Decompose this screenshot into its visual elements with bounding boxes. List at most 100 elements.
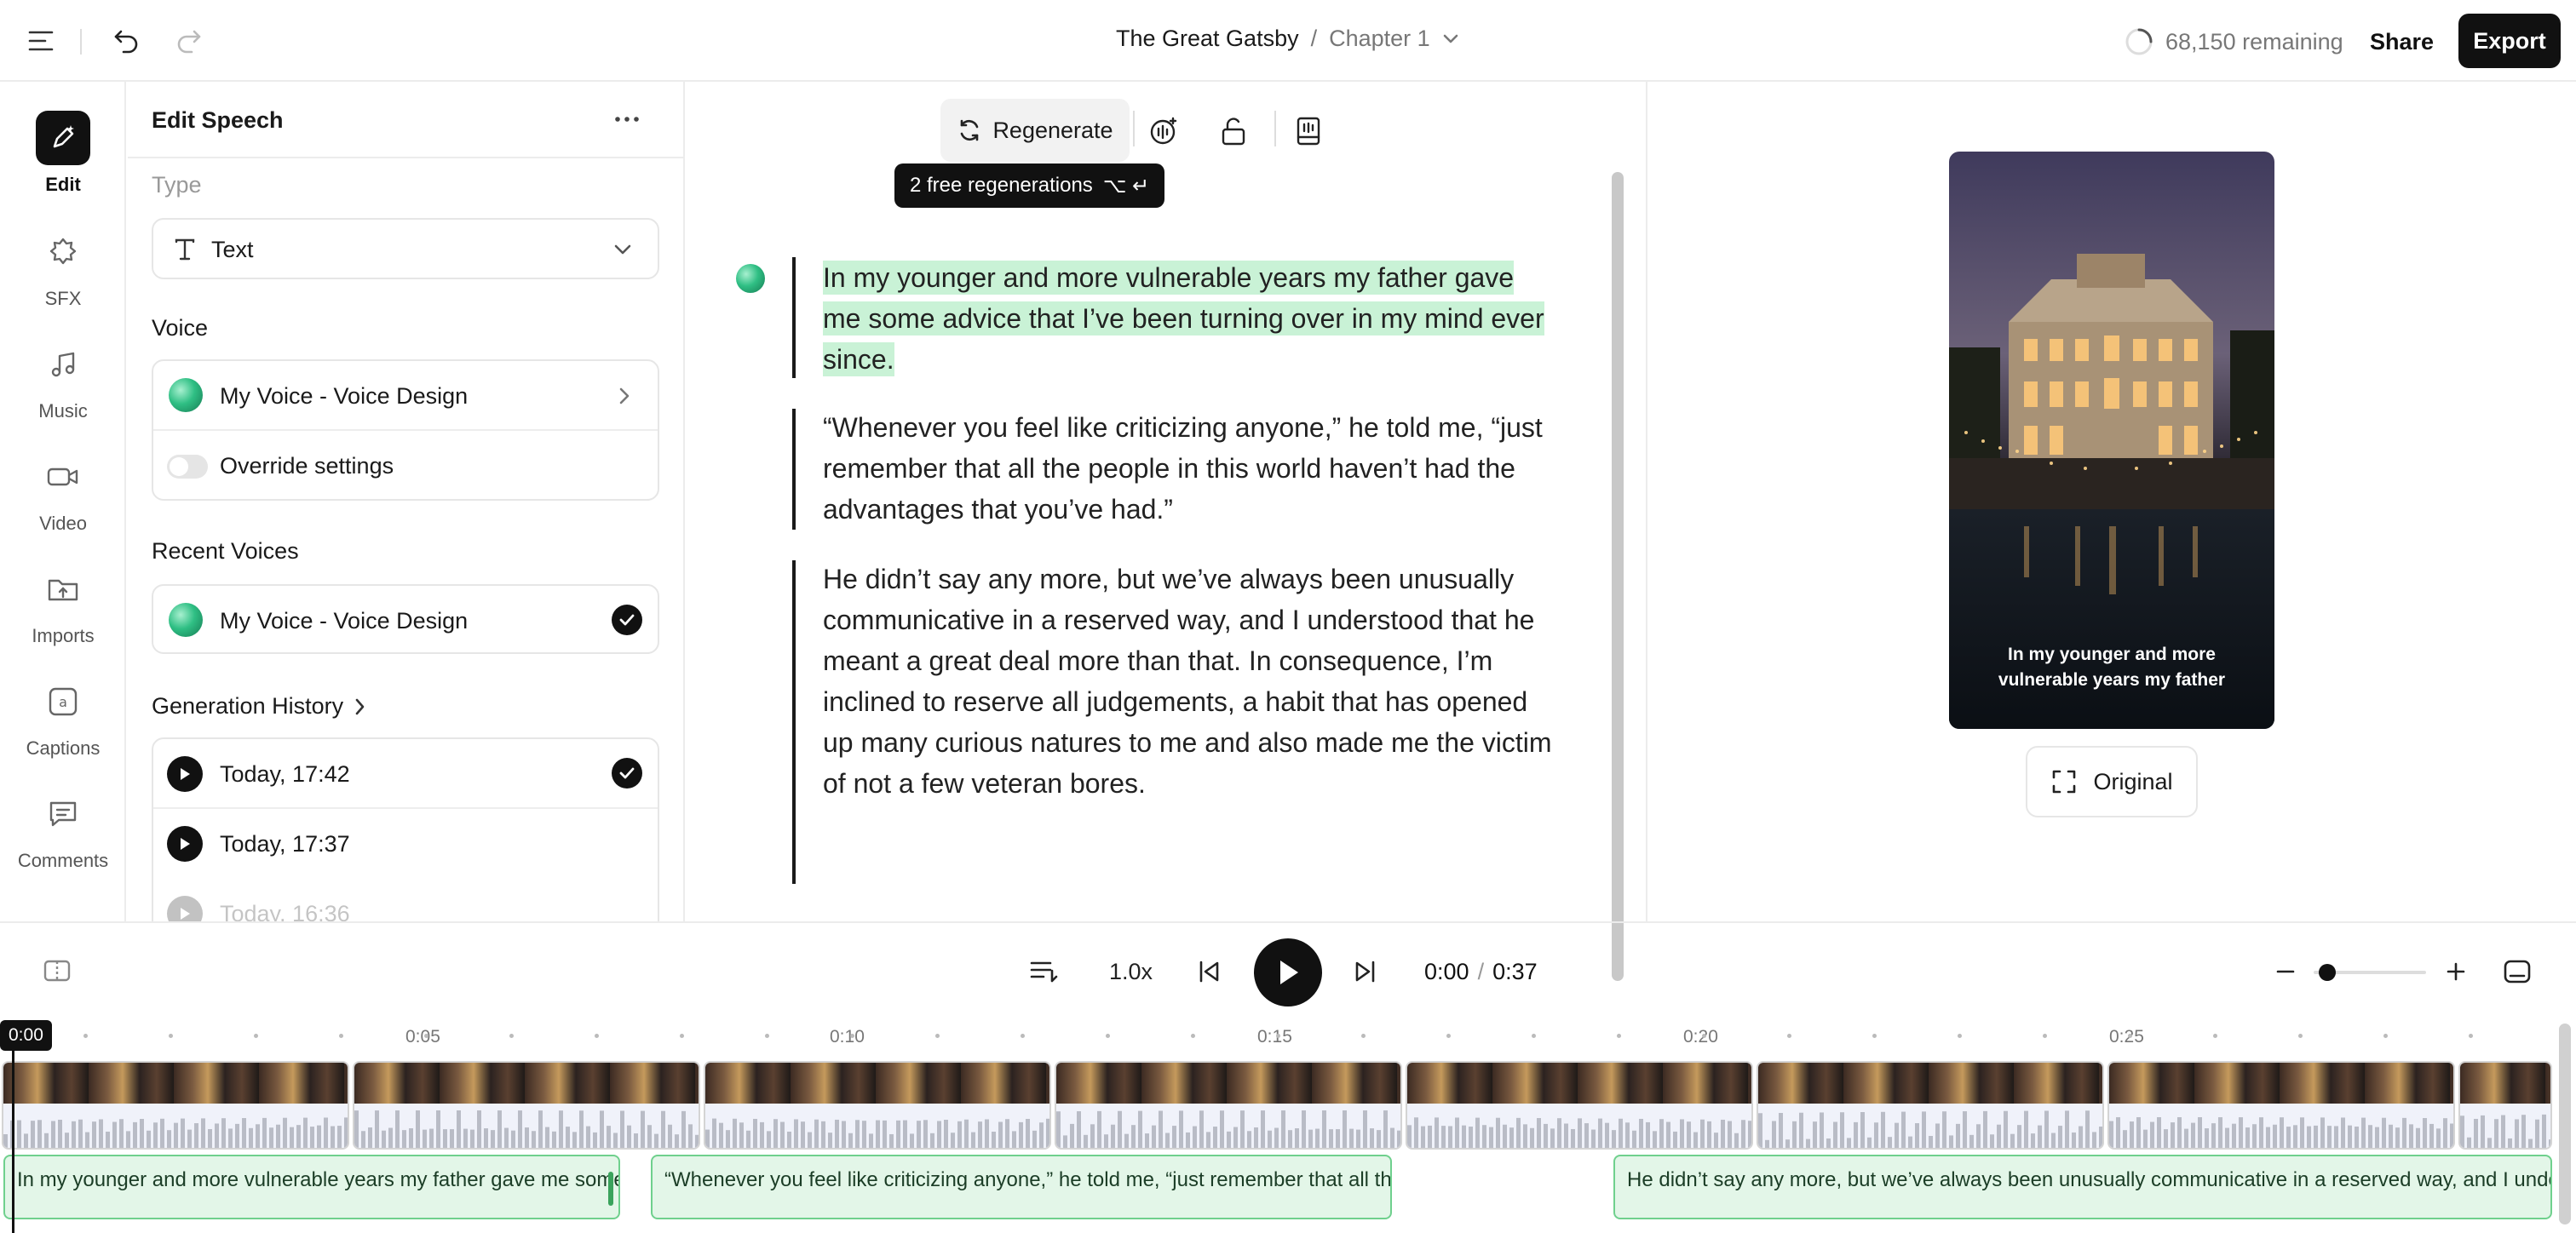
chevron-down-icon[interactable] xyxy=(1442,33,1459,45)
tooltip-shortcut: ⌥ ↵ xyxy=(1102,174,1150,198)
playhead-time: 0:00 xyxy=(0,1020,52,1051)
zoom-slider[interactable] xyxy=(2314,964,2426,981)
paragraph-1[interactable]: In my younger and more vulnerable years … xyxy=(792,257,1559,380)
paragraph-2[interactable]: “Whenever you feel like criticizing anyo… xyxy=(792,407,1559,530)
undo-icon[interactable] xyxy=(109,24,143,58)
history-item[interactable]: Today, 16:36 xyxy=(153,879,658,921)
paragraph-text[interactable]: “Whenever you feel like criticizing anyo… xyxy=(792,407,1559,530)
playhead[interactable] xyxy=(12,1051,14,1233)
video-clip[interactable] xyxy=(1055,1061,1402,1150)
speaker-avatar[interactable] xyxy=(736,264,765,293)
rail-item-video[interactable]: Video xyxy=(0,450,126,535)
rail-label: SFX xyxy=(44,288,82,309)
history-list: Today, 17:42 Today, 17:37 Today, 16:36 xyxy=(152,737,659,921)
generation-history-link[interactable]: Generation History xyxy=(152,693,365,720)
skip-back-icon[interactable] xyxy=(1196,959,1222,984)
paragraph-3[interactable]: He didn’t say any more, but we’ve always… xyxy=(792,559,1559,804)
audio-waveform xyxy=(354,1104,699,1148)
rail-item-captions[interactable]: a Captions xyxy=(0,674,126,760)
more-options-icon[interactable] xyxy=(613,107,641,131)
video-clip[interactable] xyxy=(2,1061,349,1150)
video-clip[interactable] xyxy=(2458,1061,2552,1150)
play-icon[interactable] xyxy=(167,896,203,921)
pronunciation-book-icon[interactable] xyxy=(1290,112,1327,150)
override-toggle[interactable] xyxy=(167,455,208,479)
clip-thumbnail-strip xyxy=(1407,1063,1751,1107)
project-title[interactable]: The Great Gatsby xyxy=(1116,26,1299,52)
video-camera-icon xyxy=(36,450,90,504)
paragraph-text[interactable]: In my younger and more vulnerable years … xyxy=(823,261,1544,376)
history-time: Today, 17:37 xyxy=(220,831,350,857)
folder-upload-icon xyxy=(36,562,90,616)
refresh-icon xyxy=(957,118,982,143)
rail-item-comments[interactable]: Comments xyxy=(0,787,126,872)
total-time: 0:37 xyxy=(1492,959,1538,984)
clip-trim-handle[interactable] xyxy=(608,1172,613,1206)
chevron-right-icon xyxy=(355,698,365,715)
breadcrumb: The Great Gatsby / Chapter 1 xyxy=(1116,26,1459,52)
ruler-label: 0:15 xyxy=(1257,1027,1292,1047)
audio-waveform xyxy=(2460,1104,2550,1148)
playback-speed[interactable]: 1.0x xyxy=(1109,959,1153,985)
redo-icon[interactable] xyxy=(172,24,206,58)
ruler-tick xyxy=(2298,1034,2303,1038)
timeline-ruler[interactable]: 0:05 0:10 0:15 0:20 0:25 xyxy=(0,1020,2556,1054)
original-aspect-button[interactable]: Original xyxy=(2026,746,2198,817)
skip-forward-icon[interactable] xyxy=(1353,959,1378,984)
caption-clip[interactable]: He didn’t say any more, but we’ve always… xyxy=(1613,1155,2552,1219)
history-item[interactable]: Today, 17:42 xyxy=(153,739,658,809)
play-icon[interactable] xyxy=(167,756,203,792)
video-preview[interactable]: In my younger and more vulnerable years … xyxy=(1949,152,2274,729)
voice-selector[interactable]: My Voice - Voice Design xyxy=(153,361,658,431)
split-view-icon[interactable] xyxy=(43,959,72,983)
rail-label: Comments xyxy=(17,850,109,871)
paragraph-text[interactable]: He didn’t say any more, but we’ve always… xyxy=(792,559,1559,804)
subtitles-icon[interactable] xyxy=(2503,959,2532,984)
ruler-tick xyxy=(1787,1034,1791,1038)
regenerate-button[interactable]: Regenerate xyxy=(940,99,1130,162)
video-clip[interactable] xyxy=(1406,1061,1753,1150)
rail-item-sfx[interactable]: SFX xyxy=(0,225,126,310)
caption-clip[interactable]: “Whenever you feel like criticizing anyo… xyxy=(651,1155,1392,1219)
play-icon[interactable] xyxy=(167,826,203,862)
rail-item-music[interactable]: Music xyxy=(0,337,126,422)
chapter-selector[interactable]: Chapter 1 xyxy=(1329,26,1430,52)
rail-label: Video xyxy=(39,513,87,534)
video-clip[interactable] xyxy=(704,1061,1051,1150)
share-button[interactable]: Share xyxy=(2370,29,2434,55)
ruler-tick xyxy=(595,1034,599,1038)
timeline-scrollbar[interactable] xyxy=(2559,1024,2571,1224)
rail-label: Music xyxy=(38,400,88,422)
sidebar-toggle-icon[interactable] xyxy=(24,24,58,58)
ruler-tick xyxy=(2128,1034,2132,1038)
zoom-slider-handle[interactable] xyxy=(2318,964,2336,981)
timeline[interactable]: 0:05 0:10 0:15 0:20 0:25 In my younger a… xyxy=(0,1020,2576,1233)
ruler-tick xyxy=(424,1034,428,1038)
rail-item-imports[interactable]: Imports xyxy=(0,562,126,647)
unlock-icon[interactable] xyxy=(1215,112,1252,150)
chevron-right-icon xyxy=(618,387,630,405)
video-clip[interactable] xyxy=(2107,1061,2455,1150)
ruler-tick xyxy=(1617,1034,1621,1038)
zoom-in-icon[interactable] xyxy=(2445,961,2467,983)
history-time: Today, 16:36 xyxy=(220,901,350,921)
original-label: Original xyxy=(2093,768,2173,794)
time-display: 0:00 / 0:37 xyxy=(1424,959,1538,985)
play-button[interactable] xyxy=(1254,938,1322,1006)
clip-thumbnail-strip xyxy=(1758,1063,2102,1107)
export-button[interactable]: Export xyxy=(2458,14,2561,68)
credits-remaining: 68,150 remaining xyxy=(2165,29,2343,54)
ruler-tick xyxy=(1532,1034,1536,1038)
zoom-out-icon[interactable] xyxy=(2274,961,2297,983)
caption-clip[interactable]: In my younger and more vulnerable years … xyxy=(3,1155,620,1219)
history-item[interactable]: Today, 17:37 xyxy=(153,809,658,879)
rail-item-edit[interactable]: Edit xyxy=(0,111,126,196)
editor-scrollbar[interactable] xyxy=(1612,172,1624,981)
recent-voice-item[interactable]: My Voice - Voice Design xyxy=(152,584,659,654)
video-clip[interactable] xyxy=(1757,1061,2104,1150)
video-clip[interactable] xyxy=(353,1061,700,1150)
voice-effects-icon[interactable] xyxy=(1145,112,1182,150)
playlist-icon[interactable] xyxy=(1029,959,1060,984)
regenerations-tooltip: 2 free regenerations ⌥ ↵ xyxy=(894,163,1165,208)
type-select[interactable]: Text xyxy=(152,218,659,279)
